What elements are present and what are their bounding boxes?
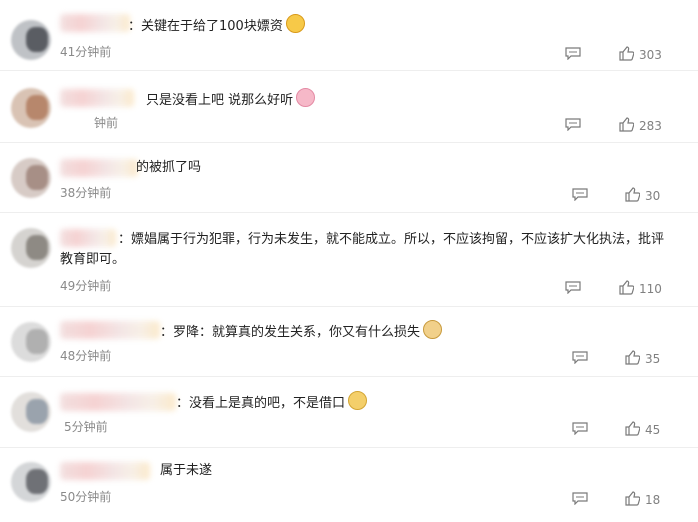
divider: [0, 447, 698, 448]
avatar[interactable]: [11, 20, 51, 60]
avatar[interactable]: [11, 462, 51, 502]
divider: [0, 212, 698, 213]
comment-text: 只是没看上吧 说那么好听: [146, 88, 316, 111]
avatar[interactable]: [11, 322, 51, 362]
reply-icon[interactable]: [565, 281, 581, 294]
like-count: 45: [645, 423, 661, 437]
username-blurred[interactable]: [60, 14, 130, 32]
comment-text: ：没看上是真的吧，不是借口: [176, 391, 368, 414]
avatar[interactable]: [11, 392, 51, 432]
clap-emoji-icon: [348, 391, 368, 410]
divider: [0, 70, 698, 71]
comment-time: 41分钟前: [60, 45, 112, 59]
comment-text: ：嫖娼属于行为犯罪，行为未发生，就不能成立。所以，不应该拘留，不应该扩大化执法，…: [60, 232, 665, 267]
like-count: 18: [645, 493, 661, 507]
comment-text: ：关键在于给了100块嫖资: [128, 14, 305, 37]
doge-emoji-icon: [423, 320, 443, 339]
divider: [0, 376, 698, 377]
pig-emoji-icon: [296, 88, 316, 107]
reply-icon[interactable]: [565, 47, 581, 60]
like-icon[interactable]: [619, 117, 634, 132]
like-count: 35: [645, 352, 661, 366]
comment-time: 48分钟前: [60, 349, 112, 363]
username-blurred[interactable]: [60, 159, 138, 177]
like-count: 303: [639, 48, 662, 62]
like-icon[interactable]: [619, 280, 634, 295]
username-blurred[interactable]: [60, 393, 176, 411]
like-icon[interactable]: [619, 46, 634, 61]
like-count: 110: [639, 282, 662, 296]
comment-text: 属于未遂: [160, 463, 213, 478]
like-count: 30: [645, 189, 661, 203]
username-blurred[interactable]: [60, 89, 134, 107]
comment-time: 49分钟前: [60, 279, 112, 293]
like-icon[interactable]: [625, 350, 640, 365]
avatar[interactable]: [11, 228, 51, 268]
like-icon[interactable]: [625, 187, 640, 202]
like-icon[interactable]: [625, 491, 640, 506]
reply-icon[interactable]: [572, 492, 588, 505]
laughing-emoji-icon: [285, 14, 305, 33]
like-icon[interactable]: [625, 421, 640, 436]
comment-text: 的被抓了吗: [136, 160, 202, 175]
avatar[interactable]: [11, 158, 51, 198]
username-blurred[interactable]: [60, 321, 160, 339]
reply-icon[interactable]: [572, 351, 588, 364]
avatar[interactable]: [11, 88, 51, 128]
reply-icon[interactable]: [572, 188, 588, 201]
like-count: 283: [639, 119, 662, 133]
comment-time: 钟前: [94, 116, 119, 130]
comment-time: 38分钟前: [60, 186, 112, 200]
comment-text: ：罗降：就算真的发生关系，你又有什么损失: [160, 320, 443, 343]
reply-icon[interactable]: [565, 118, 581, 131]
reply-icon[interactable]: [572, 422, 588, 435]
divider: [0, 142, 698, 143]
divider: [0, 306, 698, 307]
comment-time: 50分钟前: [60, 490, 112, 504]
username-blurred[interactable]: [60, 462, 150, 480]
comment-time: 5分钟前: [64, 420, 108, 434]
